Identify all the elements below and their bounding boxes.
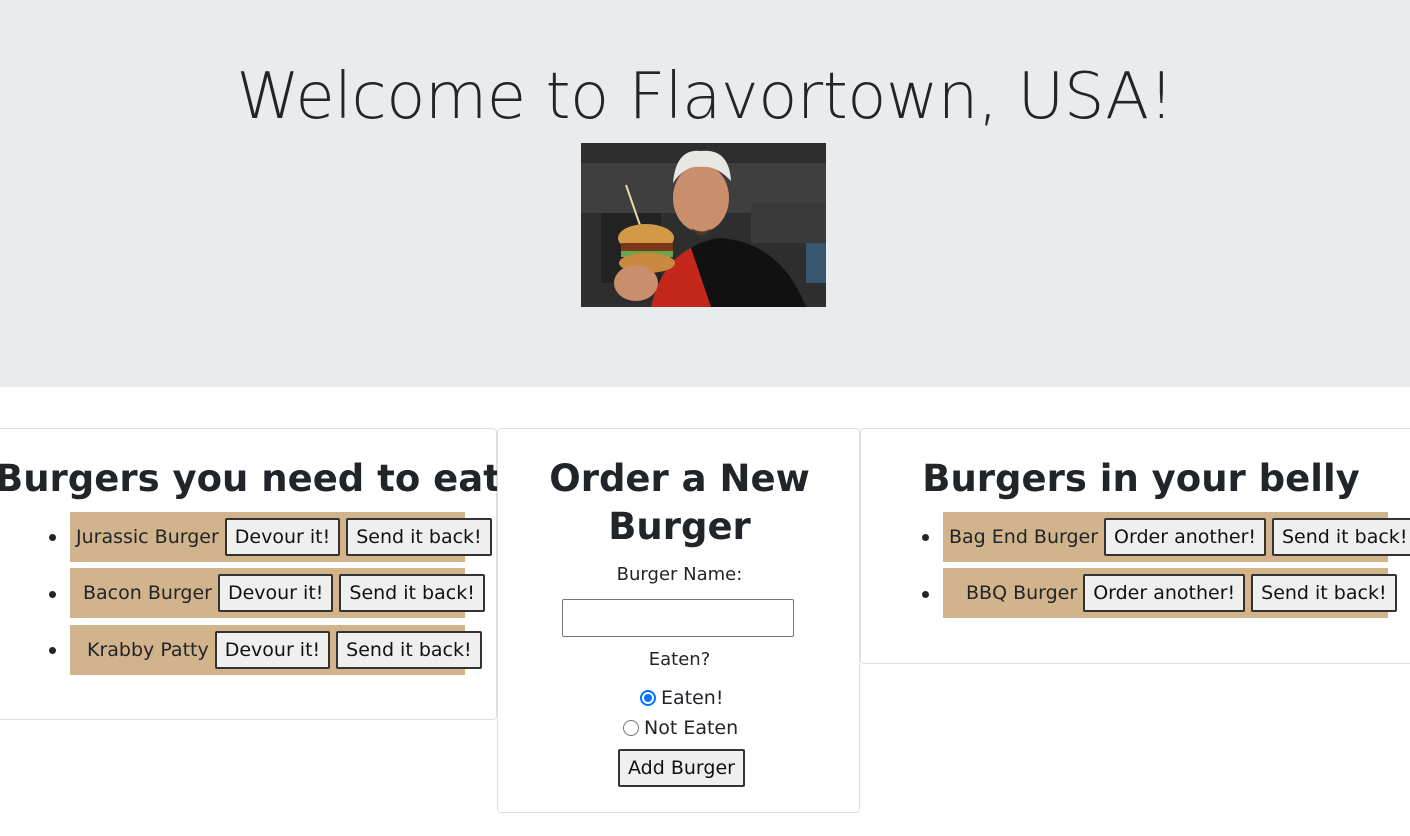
radio-option-not-eaten[interactable]: Not Eaten	[623, 717, 738, 739]
devour-button[interactable]: Devour it!	[217, 574, 334, 612]
bullet-icon	[49, 591, 56, 598]
radio-option-eaten[interactable]: Eaten!	[640, 687, 723, 709]
burger-name: Bag End Burger	[949, 526, 1099, 548]
send-back-button[interactable]: Send it back!	[1251, 574, 1397, 612]
devour-button[interactable]: Devour it!	[224, 518, 341, 556]
list-item: Krabby Patty Devour it! Send it back!	[70, 625, 482, 675]
list-item: Bag End Burger Order another! Send it ba…	[943, 512, 1410, 562]
chef-with-burger-image	[581, 143, 826, 307]
uneaten-heading: Burgers you need to eat	[0, 457, 501, 500]
send-back-button[interactable]: Send it back!	[339, 574, 485, 612]
burger-name-input[interactable]	[562, 599, 794, 637]
eaten-heading: Burgers in your belly	[922, 457, 1360, 500]
radio-selected-icon[interactable]	[640, 690, 656, 706]
order-another-button[interactable]: Order another!	[1083, 574, 1246, 612]
burger-name: BBQ Burger	[966, 582, 1078, 604]
list-item: BBQ Burger Order another! Send it back!	[943, 568, 1397, 618]
hero-image	[581, 143, 826, 307]
eaten-burgers-card: Burgers in your belly Bag End Burger Ord…	[860, 428, 1410, 664]
radio-label: Eaten!	[661, 687, 724, 709]
bullet-icon	[922, 591, 929, 598]
eaten-label: Eaten?	[648, 649, 711, 670]
order-form-card: Order a New Burger Burger Name: Eaten? E…	[497, 428, 860, 813]
send-back-button[interactable]: Send it back!	[1272, 518, 1410, 556]
uneaten-burgers-card: Burgers you need to eat Jurassic Burger …	[0, 428, 501, 720]
send-back-button[interactable]: Send it back!	[336, 631, 482, 669]
list-item: Bacon Burger Devour it! Send it back!	[70, 568, 485, 618]
burger-name-label: Burger Name:	[616, 564, 743, 585]
burger-name: Jurassic Burger	[76, 526, 219, 548]
list-item: Jurassic Burger Devour it! Send it back!	[70, 512, 492, 562]
devour-button[interactable]: Devour it!	[214, 631, 331, 669]
add-burger-button[interactable]: Add Burger	[618, 749, 745, 787]
radio-unselected-icon[interactable]	[623, 720, 639, 736]
bullet-icon	[49, 647, 56, 654]
bullet-icon	[922, 534, 929, 541]
order-another-button[interactable]: Order another!	[1104, 518, 1266, 556]
jumbotron: Welcome to Flavortown, USA!	[0, 0, 1410, 387]
burger-name: Bacon Burger	[83, 582, 212, 604]
order-heading: Order a New Burger	[549, 457, 810, 548]
burger-name: Krabby Patty	[87, 639, 209, 661]
send-back-button[interactable]: Send it back!	[346, 518, 492, 556]
bullet-icon	[49, 534, 56, 541]
radio-label: Not Eaten	[644, 717, 739, 739]
page-title: Welcome to Flavortown, USA!	[236, 60, 1174, 134]
